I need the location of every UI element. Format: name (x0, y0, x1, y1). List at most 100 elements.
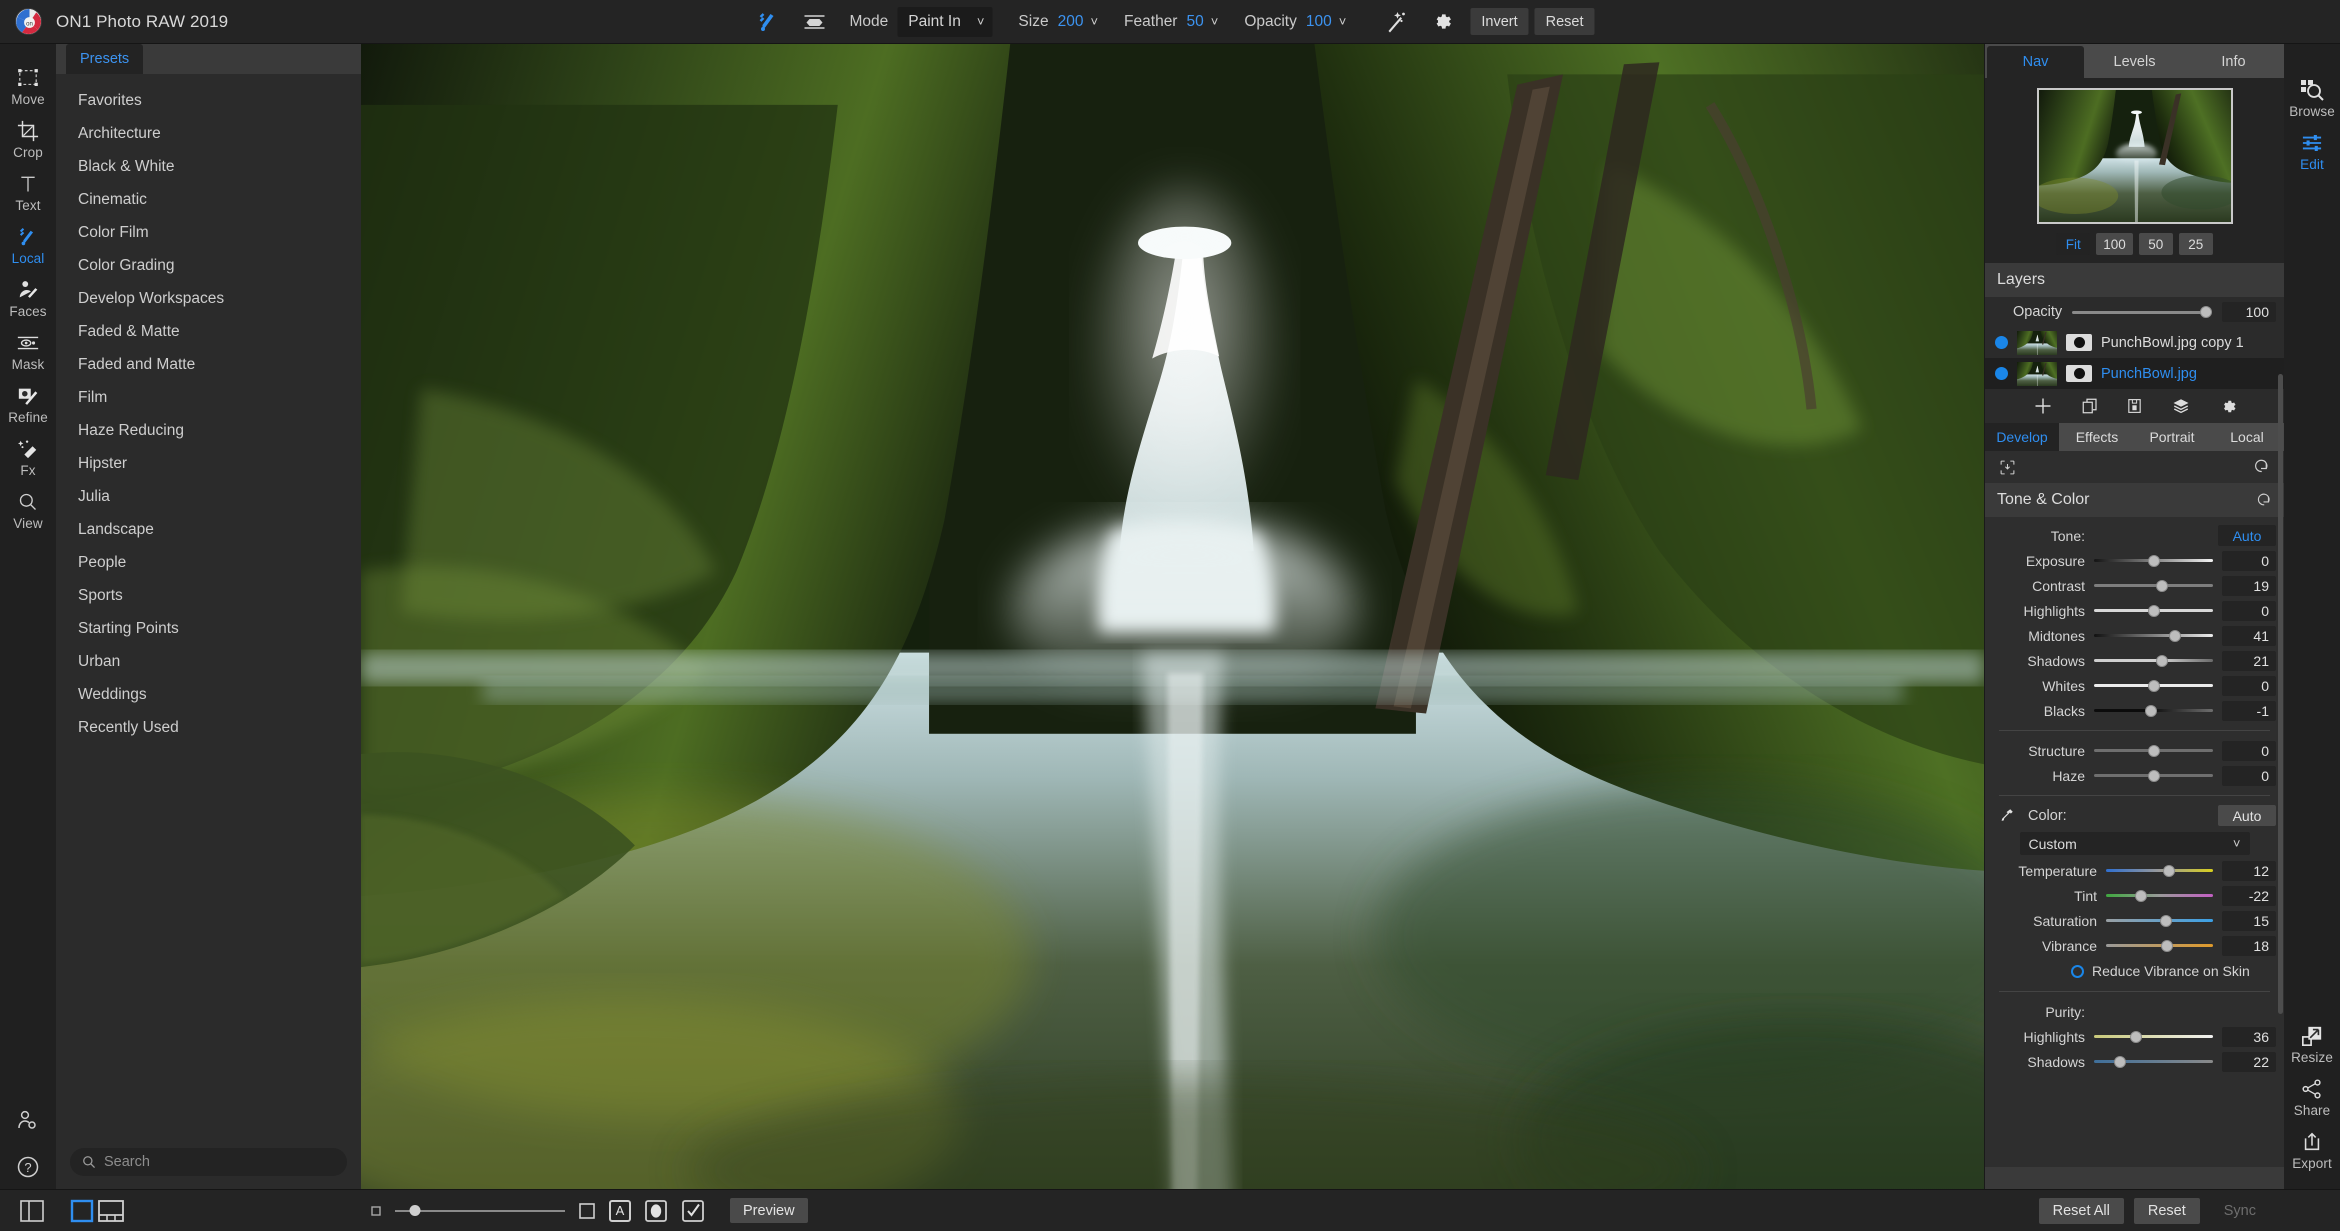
list-item[interactable]: Julia (56, 480, 361, 513)
table-row[interactable]: PunchBowl.jpg (1985, 358, 2284, 389)
tab-portrait[interactable]: Portrait (2135, 423, 2209, 451)
sidebar-item-text[interactable]: Text (0, 166, 56, 219)
list-item[interactable]: Architecture (56, 117, 361, 150)
mask-bug-icon[interactable] (791, 0, 837, 44)
sidebar-item-resize[interactable]: Resize (2284, 1018, 2340, 1071)
zoom-100-button[interactable]: 100 (2096, 233, 2133, 255)
radio-icon[interactable] (2071, 964, 2084, 978)
list-item[interactable]: Favorites (56, 84, 361, 117)
sidebar-item-share[interactable]: Share (2284, 1071, 2340, 1124)
purity-highlights-slider[interactable] (2094, 1030, 2213, 1044)
list-item[interactable]: Faded and Matte (56, 348, 361, 381)
list-item[interactable]: Cinematic (56, 183, 361, 216)
feather-value[interactable]: 50 (1186, 13, 1203, 31)
slider-knob[interactable] (2159, 914, 2172, 927)
structure-value[interactable]: 0 (2222, 740, 2276, 761)
tab-nav[interactable]: Nav (1987, 46, 2084, 78)
layer-mask-icon[interactable] (2066, 334, 2092, 351)
layer-name[interactable]: PunchBowl.jpg copy 1 (2101, 335, 2244, 351)
structure-slider[interactable] (2094, 744, 2213, 758)
add-layer-icon[interactable] (2033, 396, 2053, 416)
blacks-value[interactable]: -1 (2222, 700, 2276, 721)
list-item[interactable]: Hipster (56, 447, 361, 480)
tab-levels[interactable]: Levels (2086, 46, 2183, 78)
checked-icon[interactable] (681, 1199, 705, 1223)
zoom-50-button[interactable]: 50 (2138, 233, 2173, 255)
size-value[interactable]: 200 (1058, 13, 1084, 31)
saturation-slider[interactable] (2106, 914, 2213, 928)
purity-highlights-value[interactable]: 36 (2222, 1026, 2276, 1047)
layer-visibility-toggle[interactable] (1995, 336, 2008, 349)
table-row[interactable]: PunchBowl.jpg copy 1 (1985, 327, 2284, 358)
gear-icon[interactable] (1418, 0, 1464, 44)
list-item[interactable]: Film (56, 381, 361, 414)
sidebar-item-refine[interactable]: Refine (0, 378, 56, 431)
list-item[interactable]: Landscape (56, 513, 361, 546)
sidebar-item-browse[interactable]: Browse (2284, 72, 2340, 125)
haze-value[interactable]: 0 (2222, 765, 2276, 786)
save-preset-icon[interactable] (1999, 459, 2016, 476)
list-item[interactable]: Develop Workspaces (56, 282, 361, 315)
reset-arrow-icon[interactable] (2252, 458, 2270, 476)
tab-effects[interactable]: Effects (2060, 423, 2134, 451)
image-canvas[interactable] (361, 44, 1984, 1189)
slider-knob[interactable] (2155, 654, 2168, 667)
shadows-value[interactable]: 21 (2222, 650, 2276, 671)
merge-layer-icon[interactable] (2126, 397, 2143, 415)
slider-knob[interactable] (2145, 704, 2158, 717)
slider-knob[interactable] (2147, 679, 2160, 692)
sidebar-item-fx[interactable]: Fx (0, 431, 56, 484)
slider-knob[interactable] (2200, 306, 2213, 318)
sidebar-item-local[interactable]: Local (0, 219, 56, 272)
reduce-vibrance-row[interactable]: Reduce Vibrance on Skin (1985, 958, 2284, 984)
layer-settings-gear-icon[interactable] (2219, 398, 2236, 415)
reset-button[interactable]: Reset (2133, 1197, 2200, 1224)
reset-all-button[interactable]: Reset All (2038, 1197, 2124, 1224)
slider-knob[interactable] (2147, 604, 2160, 617)
opacity-value[interactable]: 100 (1306, 13, 1332, 31)
next-section-header[interactable] (1985, 1167, 2284, 1189)
tab-develop[interactable]: Develop (1985, 423, 2059, 451)
thumb-small-icon[interactable] (370, 1205, 382, 1217)
highlights-slider[interactable] (2094, 604, 2213, 618)
exposure-value[interactable]: 0 (2222, 550, 2276, 571)
tone-color-header[interactable]: Tone & Color (1985, 483, 2284, 517)
stack-layers-icon[interactable] (2171, 397, 2191, 415)
sidebar-item-faces[interactable]: Faces (0, 272, 56, 325)
slider-knob[interactable] (2163, 864, 2176, 877)
tint-slider[interactable] (2106, 889, 2213, 903)
zoom-fit-button[interactable]: Fit (2056, 233, 2091, 255)
thumb-large-icon[interactable] (578, 1202, 596, 1220)
list-item[interactable]: Urban (56, 645, 361, 678)
sidebar-item-move[interactable]: Move (0, 60, 56, 113)
chevron-down-icon[interactable]: ˅ (1211, 15, 1219, 28)
view-single-icon[interactable] (70, 1199, 94, 1223)
mode-dropdown[interactable]: Paint In ˅ (897, 6, 993, 37)
tab-info[interactable]: Info (2185, 46, 2282, 78)
purity-shadows-slider[interactable] (2094, 1055, 2213, 1069)
list-item[interactable]: Starting Points (56, 612, 361, 645)
chevron-down-icon[interactable]: ˅ (1090, 15, 1098, 28)
saturation-value[interactable]: 15 (2222, 910, 2276, 931)
layer-opacity-value[interactable]: 100 (2222, 302, 2276, 322)
slider-knob[interactable] (2129, 1030, 2142, 1043)
list-item[interactable]: Color Grading (56, 249, 361, 282)
list-item[interactable]: Black & White (56, 150, 361, 183)
haze-slider[interactable] (2094, 769, 2213, 783)
reset-mask-button[interactable]: Reset (1534, 8, 1595, 35)
midtones-value[interactable]: 41 (2222, 625, 2276, 646)
color-auto-button[interactable]: Auto (2218, 805, 2276, 826)
tab-local[interactable]: Local (2210, 423, 2284, 451)
sidebar-item-crop[interactable]: Crop (0, 113, 56, 166)
vibrance-slider[interactable] (2106, 939, 2213, 953)
search-input[interactable]: Search (70, 1148, 347, 1176)
preview-button[interactable]: Preview (730, 1198, 808, 1223)
tab-presets[interactable]: Presets (66, 44, 144, 74)
duplicate-layer-icon[interactable] (2081, 397, 2099, 415)
app-logo[interactable]: on (0, 8, 56, 35)
navigator-thumbnail[interactable] (2036, 88, 2233, 224)
sidebar-item-export[interactable]: Export (2284, 1124, 2340, 1177)
eyedropper-icon[interactable] (1993, 808, 2019, 823)
tint-value[interactable]: -22 (2222, 885, 2276, 906)
chevron-down-icon[interactable]: ˅ (1339, 15, 1347, 28)
